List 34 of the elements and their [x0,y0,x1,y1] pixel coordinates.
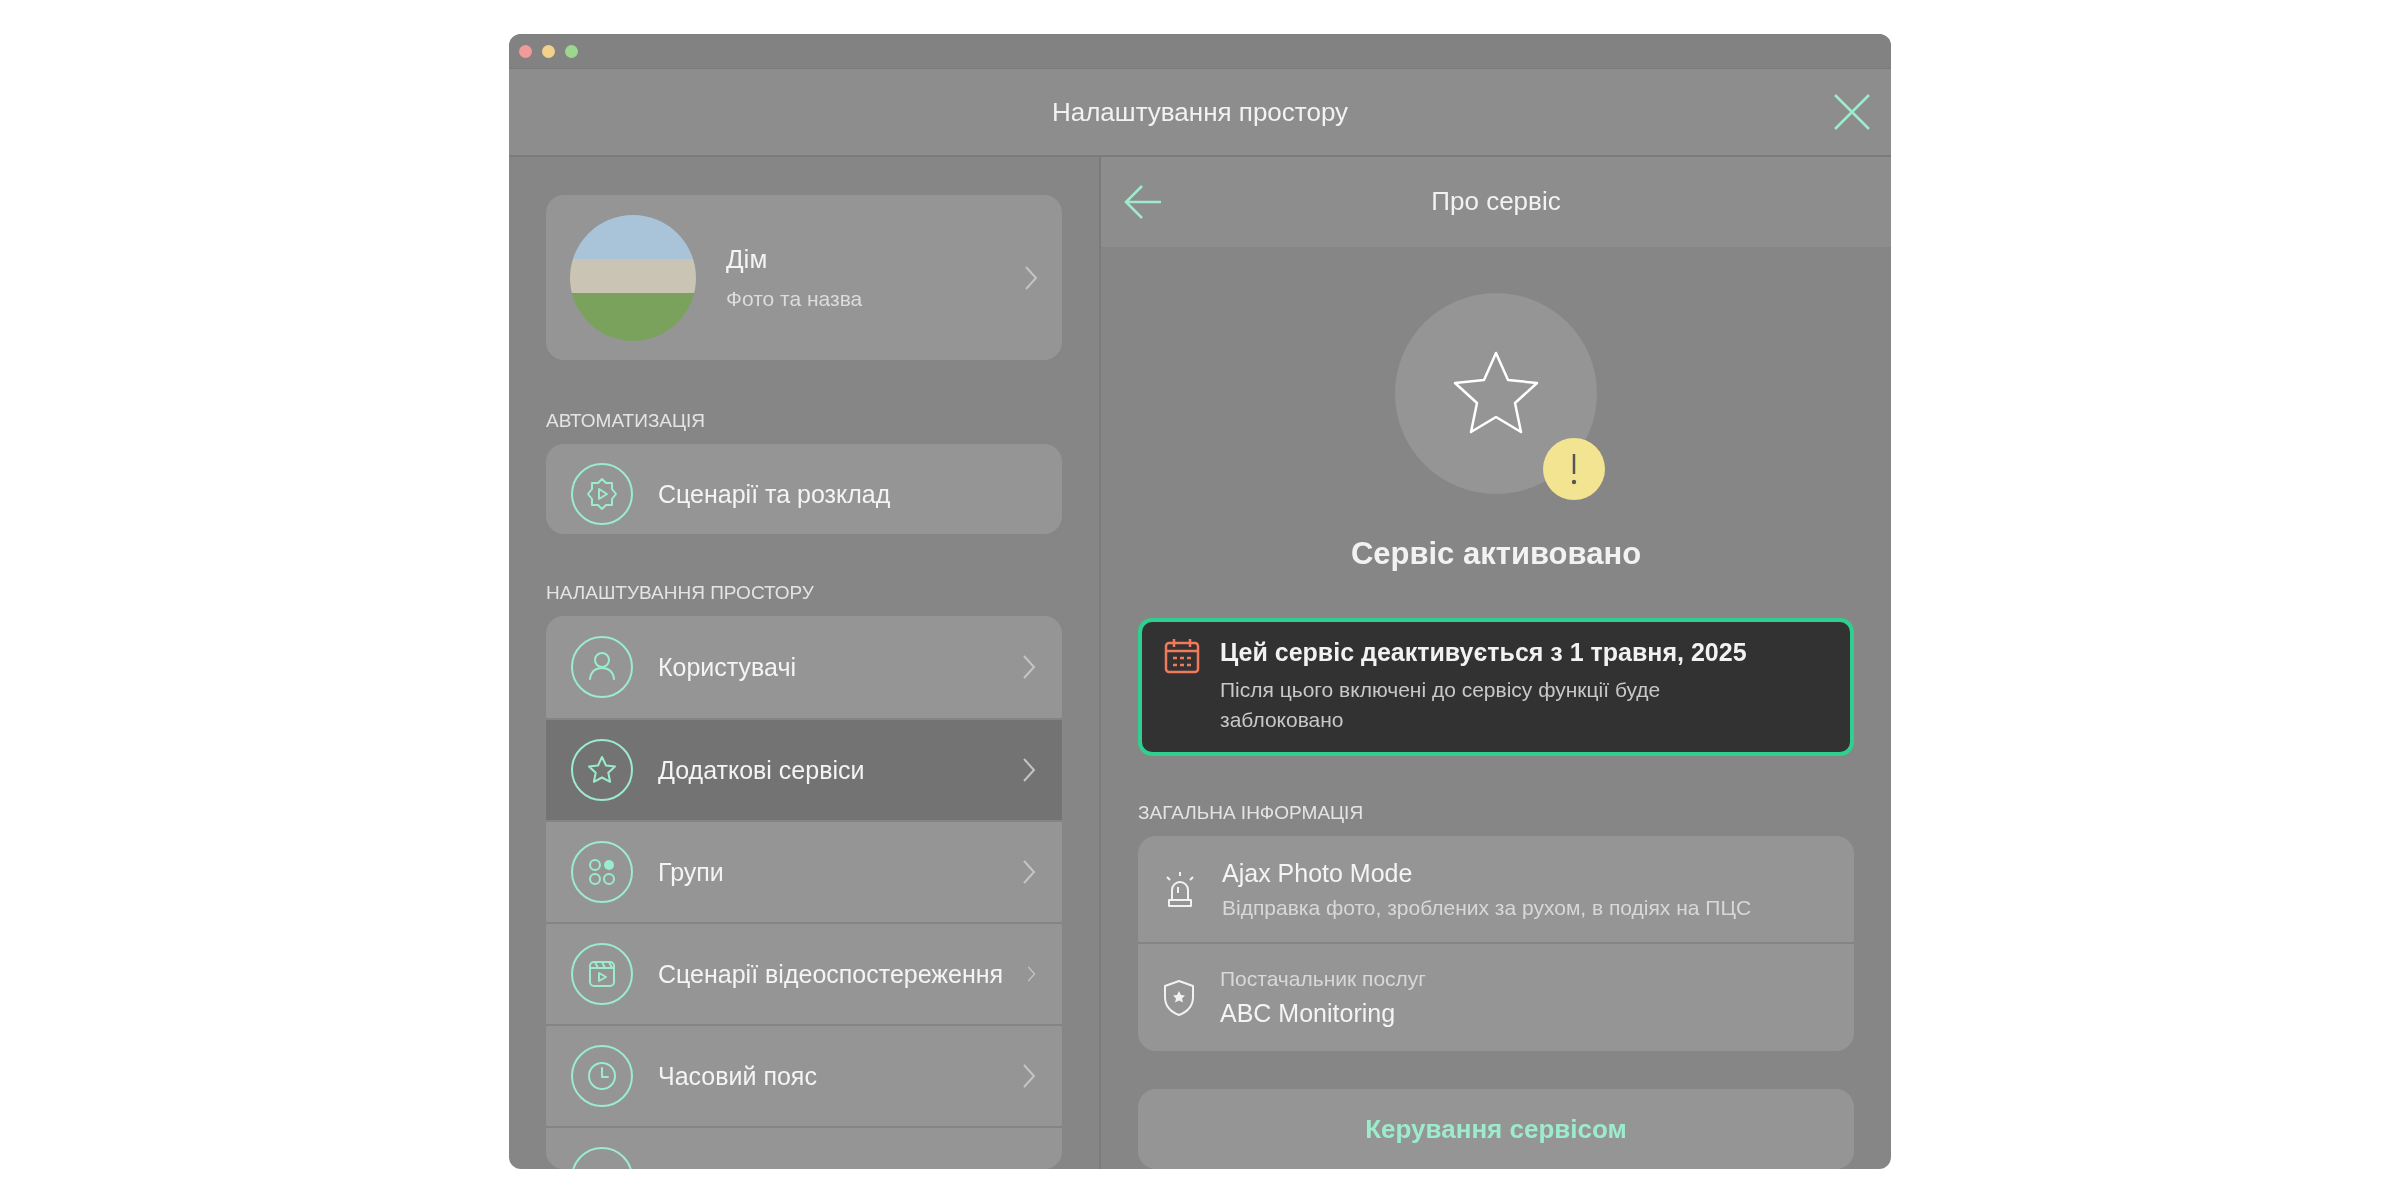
zoom-dot[interactable] [565,44,578,58]
shield-star-icon [1162,978,1196,1017]
user-icon [570,635,634,700]
chevron-right-icon [1022,1063,1036,1090]
calendar-icon [1164,637,1200,674]
space-name: Дім [726,244,768,275]
info-description: Відправка фото, зроблених за рухом, в подіях на ПЦС [1222,895,1752,920]
section-label: НАЛАШТУВАННЯ ПРОСТОРУ [546,582,815,605]
window-title: Налаштування простору [1051,96,1349,128]
dots-icon [570,840,634,905]
chevron-right-icon [1024,264,1038,291]
section-label: ЗАГАЛЬНА ІНФОРМАЦІЯ [1138,801,1365,824]
chevron-right-icon [1022,859,1036,886]
menu-item[interactable]: Додаткові сервіси [546,718,1062,821]
chevron-right-icon [1022,654,1036,681]
service-status: Сервіс активовано [1350,535,1642,572]
close-dot[interactable] [519,44,532,58]
info-caption: Постачальник послуг [1220,967,1426,992]
notice-text: Після цього включені до сервісу функції буде заблоковано [1220,676,1662,734]
clock-icon [570,1044,634,1109]
minimize-dot[interactable] [542,44,555,58]
panel-title: Про сервіс [1431,186,1561,218]
profile-card[interactable]: Дім Фото та назва [546,195,1062,360]
section-label: АВТОМАТИЗАЦІЯ [546,410,707,432]
space-subtitle: Фото та назва [726,287,863,311]
back-button[interactable] [1123,183,1163,221]
chevron-right-icon [1022,757,1036,784]
info-title: Ajax Photo Mode [1222,858,1414,888]
video-clip-icon [570,942,634,1007]
manage-service-button[interactable]: Керування сервісом [1138,1089,1854,1169]
gear-play-icon [570,462,634,526]
info-value: ABC Monitoring [1220,999,1397,1029]
notice-title: Цей сервіс деактивується з 1 травня, 2025 [1220,637,1748,667]
exclamation-icon [1571,451,1577,486]
